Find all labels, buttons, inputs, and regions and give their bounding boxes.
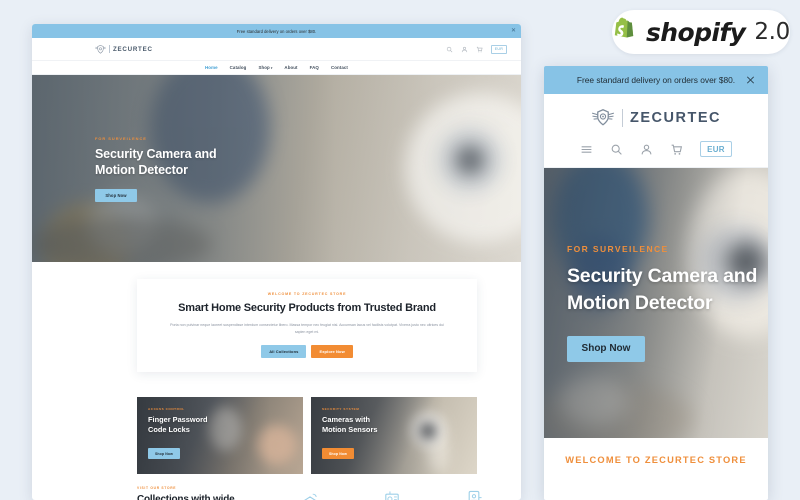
promo-kicker: ACCESS CONTROL: [148, 407, 185, 411]
currency-selector[interactable]: EUR: [490, 44, 507, 54]
search-icon[interactable]: [610, 143, 623, 156]
promo-kicker: SECURITY SYSTEM: [322, 407, 360, 411]
intro-card-buttons: All Collections Explore Now: [159, 345, 455, 359]
desktop-header: ZECURTEC EUR: [32, 38, 521, 61]
intro-card-title: Smart Home Security Products from Truste…: [178, 302, 436, 314]
promo-title-line1: Finger Password: [148, 415, 208, 424]
desktop-logo-text: ZECURTEC: [113, 45, 153, 53]
mobile-hero-shop-now-button[interactable]: Shop Now: [567, 335, 645, 362]
close-icon[interactable]: [745, 75, 756, 86]
promo-card-security-system[interactable]: SECURITY SYSTEM Cameras with Motion Sens…: [311, 397, 477, 474]
promo-title-line2: Motion Sensors: [322, 424, 378, 434]
mobile-logo-text: ZECURTEC: [630, 110, 721, 126]
nav-item-shop-label: Shop: [258, 65, 270, 70]
desktop-collections-section: VISIT OUR STORE Collections with wide: [32, 486, 521, 500]
intro-card-body: Porta non pulvinar neque laoreet suspend…: [170, 323, 444, 334]
collections-kicker: VISIT OUR STORE: [137, 486, 177, 490]
mobile-welcome-text: WELCOME TO ZECURTEC STORE: [565, 455, 747, 465]
mobile-hero: FOR SURVEILENCE Security Camera and Moti…: [544, 168, 768, 438]
desktop-hero-shop-now-button[interactable]: Shop Now: [95, 188, 137, 202]
mobile-hero-title-line2: Motion Detector: [567, 291, 713, 314]
nav-item-shop[interactable]: Shop▾: [258, 65, 272, 70]
desktop-hero: FOR SURVEILENCE Security Camera and Moti…: [32, 75, 521, 262]
all-collections-button[interactable]: All Collections: [261, 345, 307, 359]
mobile-hero-kicker: FOR SURVEILENCE: [567, 244, 669, 255]
explore-now-button[interactable]: Explore Now: [311, 345, 353, 359]
nav-item-faq[interactable]: FAQ: [310, 65, 319, 70]
promo-title-line1: Cameras with: [322, 415, 371, 424]
promo-title: Cameras with Motion Sensors: [322, 415, 477, 435]
logo-divider: [622, 109, 624, 127]
account-icon[interactable]: [461, 46, 468, 53]
intro-card-kicker: WELCOME TO ZECURTEC STORE: [267, 292, 347, 296]
promo-shop-now-button[interactable]: Shop Now: [148, 448, 180, 460]
chevron-down-icon: ▾: [270, 66, 273, 70]
mobile-header: ZECURTEC EUR: [544, 94, 768, 168]
mobile-welcome-section: WELCOME TO ZECURTEC STORE: [544, 438, 768, 465]
search-icon[interactable]: [446, 46, 453, 53]
collections-icon-row: [299, 488, 485, 500]
account-icon[interactable]: [640, 143, 653, 156]
cart-icon[interactable]: [476, 46, 483, 53]
winged-shield-logo-icon: [95, 44, 106, 54]
mobile-hero-title-line1: Security Camera and: [567, 265, 758, 288]
collections-title: Collections with wide: [137, 494, 235, 500]
mobile-announcement-bar: Free standard delivery on orders over $8…: [544, 66, 768, 94]
promo-title: Finger Password Code Locks: [148, 415, 303, 435]
mobile-hero-title: Security Camera and Motion Detector: [567, 263, 768, 315]
desktop-intro-card: WELCOME TO ZECURTEC STORE Smart Home Sec…: [137, 279, 477, 373]
shopify-bag-icon: [614, 17, 634, 38]
desktop-hero-title: Security Camera and Motion Detector: [95, 146, 521, 178]
smart-door-lock-icon[interactable]: [463, 488, 485, 500]
desktop-hero-title-line2: Motion Detector: [95, 162, 188, 177]
shopify-version-badge: shopify 2.0: [612, 10, 790, 54]
mobile-announcement-text: Free standard delivery on orders over $8…: [576, 75, 736, 85]
desktop-announcement-bar: Free standard delivery on orders over $8…: [32, 24, 521, 38]
mobile-logo[interactable]: ZECURTEC: [544, 106, 768, 130]
promo-shop-now-button[interactable]: Shop Now: [322, 448, 354, 460]
mobile-header-actions: EUR: [544, 141, 768, 157]
desktop-header-actions: EUR: [446, 44, 507, 54]
cart-icon[interactable]: [670, 143, 683, 156]
mobile-mockup: Free standard delivery on orders over $8…: [544, 66, 768, 500]
video-doorbell-icon[interactable]: [381, 488, 403, 500]
shopify-version-number: 2.0: [754, 19, 790, 45]
logo-divider: [109, 45, 110, 53]
menu-icon[interactable]: [580, 143, 593, 156]
nav-item-catalog[interactable]: Catalog: [230, 65, 247, 70]
desktop-logo[interactable]: ZECURTEC: [95, 44, 153, 55]
desktop-nav: Home Catalog Shop▾ About FAQ Contact: [32, 61, 521, 75]
desktop-promo-cards: ACCESS CONTROL Finger Password Code Lock…: [137, 397, 477, 474]
desktop-hero-kicker: FOR SURVEILENCE: [95, 135, 147, 141]
close-icon[interactable]: ✕: [511, 28, 516, 34]
desktop-mockup: Free standard delivery on orders over $8…: [32, 24, 521, 500]
desktop-hero-title-line1: Security Camera and: [95, 146, 217, 161]
nav-item-about[interactable]: About: [284, 65, 297, 70]
promo-title-line2: Code Locks: [148, 424, 190, 434]
nav-item-home[interactable]: Home: [205, 65, 218, 70]
winged-shield-logo-icon: [592, 109, 615, 126]
motion-sensor-icon[interactable]: [299, 488, 321, 500]
shopify-wordmark: shopify: [646, 17, 746, 47]
nav-item-contact[interactable]: Contact: [331, 65, 348, 70]
desktop-announcement-text: Free standard delivery on orders over $8…: [236, 28, 317, 34]
currency-selector[interactable]: EUR: [700, 141, 732, 157]
promo-card-access-control[interactable]: ACCESS CONTROL Finger Password Code Lock…: [137, 397, 303, 474]
